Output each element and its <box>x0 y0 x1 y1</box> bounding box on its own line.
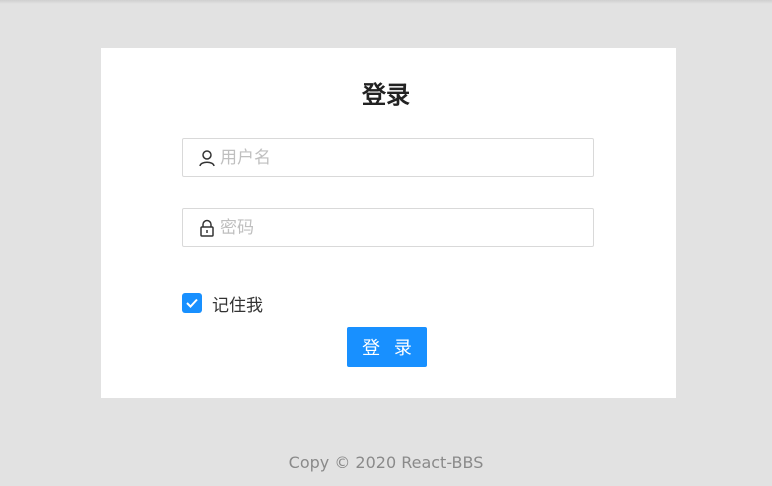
page-title: 登录 <box>362 81 410 109</box>
check-icon <box>186 298 198 308</box>
username-field[interactable] <box>182 138 594 177</box>
footer-copyright: Copy © 2020 React-BBS <box>288 453 484 472</box>
top-shadow <box>0 0 772 4</box>
username-input[interactable] <box>220 139 580 176</box>
login-button[interactable]: 登 录 <box>347 327 427 367</box>
password-field[interactable] <box>182 208 594 247</box>
user-icon <box>198 149 216 167</box>
remember-label: 记住我 <box>212 295 263 316</box>
remember-me[interactable]: 记住我 <box>182 292 263 316</box>
lock-icon <box>198 219 216 237</box>
password-input[interactable] <box>220 209 580 246</box>
remember-checkbox[interactable] <box>182 293 202 313</box>
